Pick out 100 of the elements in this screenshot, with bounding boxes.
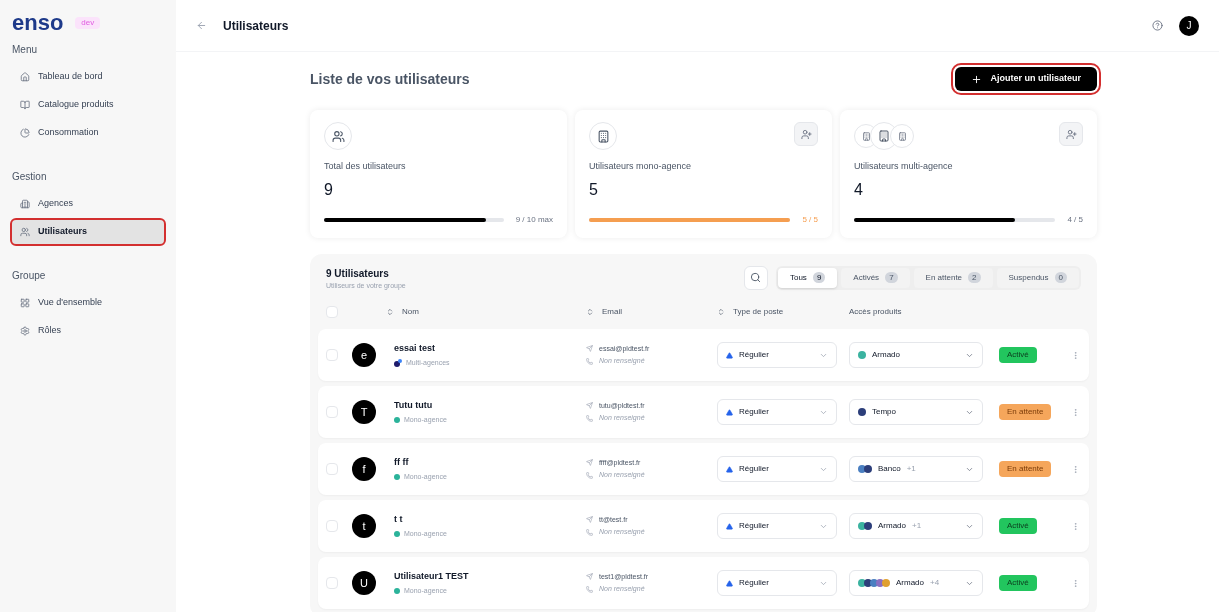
env-badge: dev	[75, 17, 101, 29]
product-select[interactable]: Armado +1	[849, 513, 983, 539]
phone-icon	[586, 528, 593, 536]
row-checkbox[interactable]	[326, 463, 338, 475]
select-all-checkbox[interactable]	[326, 306, 338, 318]
help-icon[interactable]	[1152, 20, 1163, 31]
nav-item[interactable]: Rôles	[12, 319, 164, 343]
filter-tab[interactable]: Suspendus 0	[996, 267, 1079, 288]
count-badge: 7	[885, 272, 898, 283]
user-name: Utilisateur1 TEST	[394, 570, 470, 583]
stat-label: Total des utilisateurs	[324, 160, 407, 173]
filter-tab[interactable]: Activés 7	[841, 267, 910, 288]
stat-value: 4	[854, 179, 864, 200]
progress-reading: 5 / 5	[802, 213, 818, 226]
product-select[interactable]: Armado +4	[849, 570, 983, 596]
row-checkbox[interactable]	[326, 520, 338, 532]
page-title: Liste de vos utilisateurs	[310, 69, 470, 89]
home-icon	[20, 72, 30, 82]
stat-value: 5	[589, 179, 599, 200]
nav-item[interactable]: Agences	[12, 192, 164, 216]
phone-icon	[586, 585, 593, 593]
role-select[interactable]: Régulier	[717, 570, 837, 596]
plus-icon	[971, 73, 983, 85]
table-title: 9 Utilisateurs	[326, 266, 390, 281]
settings-icon	[20, 326, 30, 336]
send-icon	[586, 345, 593, 353]
row-checkbox[interactable]	[326, 349, 338, 361]
count-badge: 2	[968, 272, 981, 283]
user-name: essai test	[394, 342, 437, 355]
section-title: Menu	[12, 43, 38, 57]
row-checkbox[interactable]	[326, 577, 338, 589]
product-select[interactable]: Armado	[849, 342, 983, 368]
status-badge: Activé	[999, 518, 1037, 534]
stat-label: Utilisateurs multi-agence	[854, 160, 954, 173]
users-icon	[20, 227, 30, 237]
column-header: Nom	[402, 306, 419, 318]
role-select[interactable]: Régulier	[717, 456, 837, 482]
add-user-icon[interactable]	[794, 122, 818, 146]
role-select[interactable]: Régulier	[717, 342, 837, 368]
role-select[interactable]: Régulier	[717, 513, 837, 539]
filter-tab[interactable]: Tous 9	[777, 267, 838, 288]
status-badge: Activé	[999, 575, 1037, 591]
buildings-icon	[854, 122, 914, 150]
avatar[interactable]: J	[1179, 15, 1199, 36]
row-checkbox[interactable]	[326, 406, 338, 418]
progress-reading: 9 / 10 max	[515, 213, 553, 226]
add-user-icon[interactable]	[1059, 122, 1083, 146]
send-icon	[586, 402, 593, 410]
role-select[interactable]: Régulier	[717, 399, 837, 425]
filter-tab[interactable]: En attente 2	[913, 267, 993, 288]
column-header: Email	[602, 306, 622, 318]
page-header-title: Utilisateurs	[223, 17, 289, 35]
pie-chart-icon	[20, 128, 30, 138]
count-badge: 9	[812, 272, 826, 283]
nav-item[interactable]: Consommation	[12, 121, 164, 145]
back-icon[interactable]	[196, 20, 207, 31]
building-icon	[20, 199, 30, 209]
status-badge: Activé	[999, 347, 1037, 363]
triangle-icon	[726, 465, 733, 473]
nav-item[interactable]: Utilisateurs	[12, 220, 164, 244]
sort-icon[interactable]	[386, 308, 394, 316]
stat-label: Utilisateurs mono-agence	[589, 160, 693, 173]
nav-item[interactable]: Tableau de bord	[12, 65, 164, 89]
logo: enso	[12, 12, 64, 34]
section-title: Groupe	[12, 269, 47, 283]
product-select[interactable]: Banco +1	[849, 456, 983, 482]
send-icon	[586, 516, 593, 524]
status-badge: En attente	[999, 404, 1052, 420]
search-icon	[750, 272, 762, 283]
column-header: Type de poste	[733, 306, 784, 318]
progress-reading: 4 / 5	[1067, 213, 1083, 226]
sort-icon[interactable]	[586, 308, 594, 316]
nav-item[interactable]: Vue d'ensemble	[12, 291, 164, 315]
triangle-icon	[726, 408, 733, 416]
phone-icon	[586, 357, 593, 365]
user-avatar: U	[352, 571, 376, 595]
triangle-icon	[726, 579, 733, 587]
nav-item[interactable]: Catalogue produits	[12, 93, 164, 117]
user-name: ff ff	[394, 456, 410, 469]
phone-icon	[586, 414, 593, 422]
triangle-icon	[726, 522, 733, 530]
triangle-icon	[726, 351, 733, 359]
user-name: t t	[394, 513, 404, 526]
user-avatar: e	[352, 343, 376, 367]
count-badge: 0	[1054, 272, 1067, 283]
phone-icon	[586, 471, 593, 479]
send-icon	[586, 573, 593, 581]
grid-icon	[20, 298, 30, 308]
user-avatar: f	[352, 457, 376, 481]
stat-value: 9	[324, 179, 334, 200]
search-button[interactable]	[743, 265, 768, 290]
user-name: Tutu tutu	[394, 399, 434, 412]
user-avatar: T	[352, 400, 376, 424]
status-badge: En attente	[999, 461, 1052, 477]
send-icon	[586, 459, 593, 467]
column-header: Accès produits	[849, 306, 902, 318]
book-icon	[20, 100, 30, 110]
sort-icon[interactable]	[717, 308, 725, 316]
product-select[interactable]: Tempo	[849, 399, 983, 425]
section-title: Gestion	[12, 170, 48, 184]
